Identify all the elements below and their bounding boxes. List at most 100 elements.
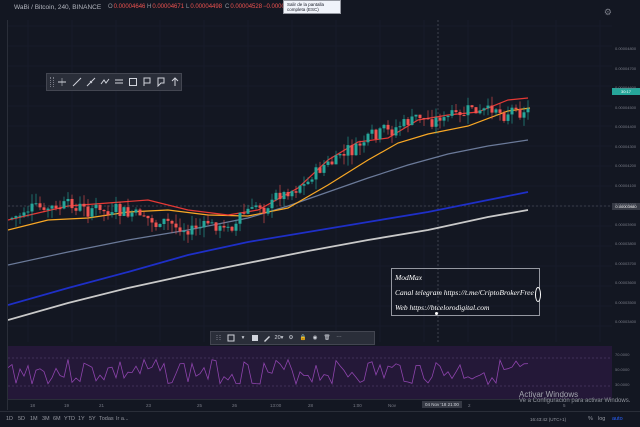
fill-color-icon[interactable] [250, 333, 260, 343]
candle-body [434, 117, 438, 127]
candle-body [122, 207, 126, 216]
brush-icon[interactable] [142, 76, 153, 88]
rectangle-icon[interactable] [127, 76, 138, 88]
text-annotation[interactable]: ModMax Canal telegram https://t.me/Cript… [391, 268, 541, 316]
rectangle-style-icon[interactable] [226, 333, 236, 343]
cursor-icon[interactable] [57, 76, 68, 88]
candle-body [490, 105, 494, 113]
candle-body [114, 203, 118, 213]
range-5y[interactable]: 5Y [89, 416, 96, 422]
candle-body [410, 116, 414, 125]
candle-body [150, 218, 154, 223]
candle-body [346, 145, 350, 156]
bottom-toolbar: 1D 5D 1M 3M 6M YTD 1Y 5Y Todas Ir a... 1… [0, 411, 640, 427]
fullscreen-tooltip: Salir de la pantalla completa (ESC) [283, 0, 341, 14]
range-3m[interactable]: 3M [42, 416, 50, 422]
candle-body [322, 164, 326, 173]
candle-body [374, 129, 378, 140]
candle-body [94, 204, 98, 209]
price-axis[interactable]: 30:17 0.00003980 0.00004800 0.00004700 0.0… [612, 20, 640, 400]
candle-body [82, 203, 86, 207]
range-1m[interactable]: 1M [30, 416, 38, 422]
candle-body [334, 155, 338, 165]
candle-body [486, 105, 490, 109]
drawing-toolbar[interactable] [46, 73, 182, 91]
candle-body [454, 110, 458, 113]
candle-body [66, 198, 70, 202]
anchor-handle[interactable] [435, 312, 438, 315]
goto-date-button[interactable]: Ir a... [116, 416, 129, 422]
pattern-icon[interactable] [99, 76, 110, 88]
candle-body [294, 191, 298, 193]
range-1d[interactable]: 1D [6, 416, 13, 422]
percent-toggle[interactable]: % [588, 416, 593, 422]
gear-icon[interactable]: ⚙ [604, 7, 612, 18]
time-cursor-label: 04 Nov '18 21:00 [422, 401, 462, 408]
candle-body [254, 205, 258, 208]
candle-body [406, 119, 410, 125]
range-ytd[interactable]: YTD [64, 416, 75, 422]
candle-body [186, 231, 190, 235]
candle-body [142, 215, 146, 217]
price-tick: 0.00004100 [615, 182, 637, 188]
clock-label[interactable]: 16:43:42 (UTC+1) [530, 417, 566, 422]
font-size-select[interactable]: 20 ▾ [274, 333, 284, 343]
lock-icon[interactable]: 🔒 [298, 333, 308, 343]
annotation-line-3: Web https://btcelorodigital.com [395, 303, 490, 312]
candle-body [394, 127, 398, 136]
price-tick: 0.00004300 [615, 143, 637, 149]
range-1y[interactable]: 1Y [78, 416, 85, 422]
ma-line-fast [8, 97, 529, 221]
price-tick: 0.00004600 [615, 85, 637, 90]
candle-body [462, 115, 466, 117]
text-icon[interactable] [113, 76, 124, 88]
measure-icon[interactable] [156, 76, 167, 88]
drag-handle[interactable] [50, 77, 54, 87]
candle-body [218, 225, 222, 231]
resize-handle[interactable] [535, 287, 541, 302]
price-tick: 0.00004200 [615, 163, 637, 168]
candle-body [162, 218, 166, 224]
candle-body [74, 208, 78, 211]
price-tick: 0.00003800 [615, 241, 637, 246]
drag-handle[interactable] [214, 333, 224, 343]
candle-body [522, 112, 526, 118]
candle-body [370, 129, 374, 134]
chevron-down-icon[interactable]: ▾ [238, 333, 248, 343]
candle-body [110, 212, 114, 215]
pencil-icon[interactable] [262, 333, 272, 343]
settings-icon[interactable]: ⚙ [286, 333, 296, 343]
properties-toolbar[interactable]: ▾ 20 ▾ ⚙ 🔒 ◉ 🗑 ⋯ [210, 331, 375, 345]
candle-body [10, 217, 14, 219]
range-6m[interactable]: 6M [53, 416, 61, 422]
symbol-label[interactable]: WaBi / Bitcoin, 240, BINANCE [14, 4, 101, 11]
ohlc-high: H0.00004671 [147, 4, 185, 10]
auto-toggle[interactable]: auto [612, 416, 623, 422]
candle-body [506, 114, 510, 121]
candle-body [50, 205, 54, 209]
more-icon[interactable]: ⋯ [334, 333, 344, 343]
candle-body [194, 225, 198, 228]
candle-body [306, 181, 310, 185]
candle-body [202, 220, 206, 228]
range-all[interactable]: Todas [99, 416, 114, 422]
candle-body [198, 227, 202, 229]
candle-body [258, 205, 262, 208]
log-toggle[interactable]: log [598, 416, 605, 422]
candle-body [342, 154, 346, 156]
price-tick: 0.00003600 [615, 280, 637, 285]
candle-body [286, 192, 290, 197]
visibility-icon[interactable]: ◉ [310, 333, 320, 343]
arrow-icon[interactable] [170, 76, 181, 88]
fib-icon[interactable] [85, 76, 96, 88]
candle-body [154, 222, 158, 227]
candle-body [98, 204, 102, 210]
candle-body [86, 206, 90, 217]
delete-icon[interactable]: 🗑 [322, 333, 332, 343]
trend-line-icon[interactable] [71, 76, 82, 88]
candle-body [34, 203, 38, 205]
ohlc-open: O0.00004646 [108, 4, 146, 10]
time-tick: 19 [64, 403, 70, 408]
candle-body [174, 223, 178, 228]
range-5d[interactable]: 5D [18, 416, 25, 422]
